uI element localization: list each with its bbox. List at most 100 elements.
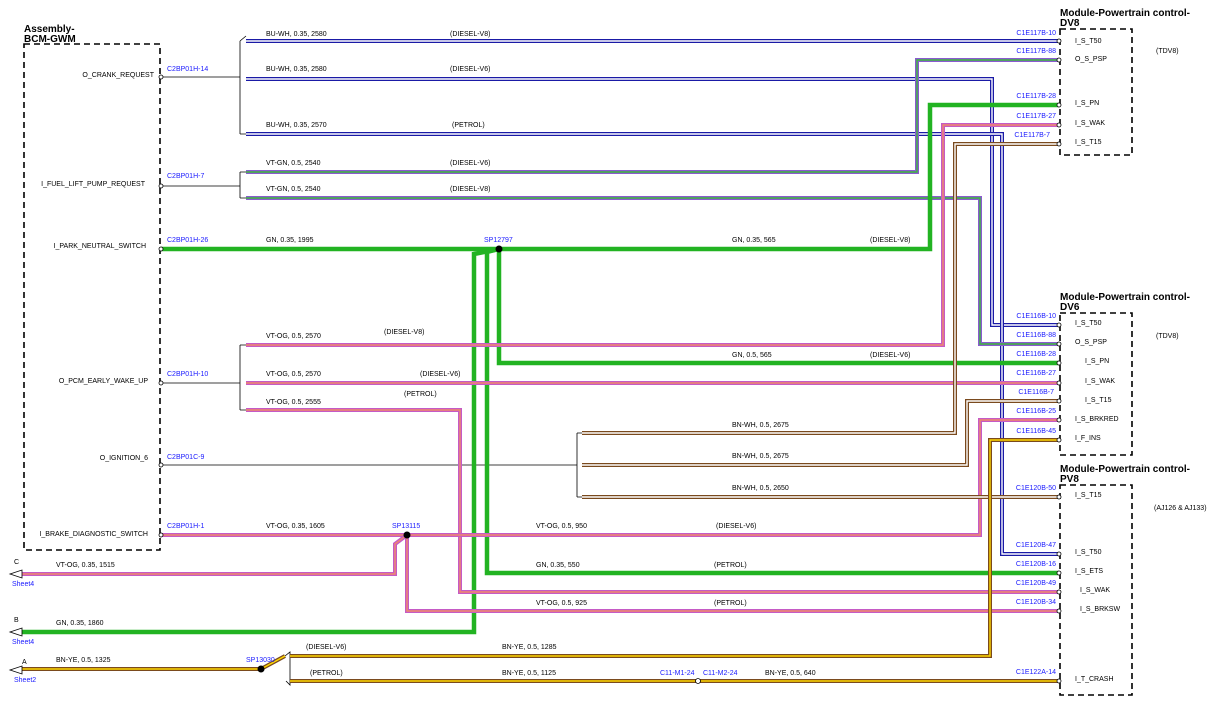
dv6-pin-label: I_F_INS (1075, 435, 1101, 442)
pv8-title-line2: PV8 (1060, 474, 1079, 485)
bcm-connector-label: C2BP01H-26 (167, 237, 208, 244)
pin-terminal-icon (1056, 122, 1062, 128)
splice-label: SP13115 (392, 523, 420, 530)
pv8-pin-label: I_T_CRASH (1075, 676, 1114, 683)
pin-terminal-icon (1056, 102, 1062, 108)
pin-terminal-icon (1056, 570, 1062, 576)
inline-connector-label: C11-M2-24 (703, 670, 738, 677)
dv8-title-line2: DV8 (1060, 18, 1080, 29)
dv8-pin-label: O_S_PSP (1075, 56, 1107, 63)
variant-label: (DIESEL-V6) (306, 644, 346, 651)
pv8-connector-label: C1E120B-34 (1016, 599, 1056, 606)
dv6-connector-label: C1E116B-88 (1016, 332, 1056, 339)
pv8-connector-label: C1E122A-14 (1016, 669, 1056, 676)
wire-stripe-vt-gn (246, 59, 1059, 173)
splice-dot-icon (403, 531, 411, 539)
pin-terminal-icon (1056, 341, 1062, 347)
pin-terminal-icon (158, 532, 164, 538)
wire-vt-og (161, 418, 1059, 537)
pin-terminal-icon (1056, 608, 1062, 614)
inline-connector-label: C11-M1-24 (660, 670, 695, 677)
wire-label: BN-WH, 0.5, 2675 (732, 453, 789, 460)
pin-terminal-icon (1056, 360, 1062, 366)
dv8-pin-label: I_S_PN (1075, 100, 1099, 107)
wiring-diagram: Assembly- BCM-GWM Module-Powertrain cont… (8, 8, 1207, 696)
offsheet-arrow-icon[interactable] (8, 569, 23, 579)
pv8-pin-label: I_S_ETS (1075, 568, 1103, 575)
pin-terminal-icon (158, 462, 164, 468)
bcm-connector-label: C2BP01C-9 (167, 454, 204, 461)
wire-label: GN, 0.5, 565 (732, 352, 772, 359)
dv8-title-line1: Module-Powertrain control- (1060, 8, 1190, 19)
wire-stripe-vt-gn (246, 197, 1059, 345)
pv8-connector-label: C1E120B-47 (1016, 542, 1056, 549)
variant-label: (DIESEL-V8) (450, 31, 490, 38)
wire-label: BN-YE, 0.5, 1285 (502, 644, 557, 651)
bcm-connector-label: C2BP01H-7 (167, 173, 204, 180)
dv6-pin-label: I_S_WAK (1085, 378, 1115, 385)
wire-bn-wh (582, 142, 1059, 435)
pin-terminal-icon (1056, 141, 1062, 147)
bcm-pin-label: O_CRANK_REQUEST (82, 72, 154, 79)
pin-terminal-icon (1056, 437, 1062, 443)
sheet-ref-link[interactable]: Sheet4 (12, 639, 34, 646)
pv8-pin-label: I_S_WAK (1080, 587, 1110, 594)
wire-vt-gn (246, 196, 1059, 346)
variant-label: (DIESEL-V6) (450, 160, 490, 167)
harness-line (161, 432, 582, 498)
variant-label: (DIESEL-V8) (870, 237, 910, 244)
variant-label: (DIESEL-V8) (450, 186, 490, 193)
pin-terminal-icon (1056, 678, 1062, 684)
pin-terminal-icon (1056, 417, 1062, 423)
wire-stripe-bn-wh (582, 143, 1059, 434)
wire-label: VT-OG, 0.5, 2570 (266, 333, 321, 340)
dv6-title-line2: DV6 (1060, 302, 1080, 313)
pin-terminal-icon (1056, 589, 1062, 595)
bcm-connector-label: C2BP01H-14 (167, 66, 208, 73)
pin-terminal-icon (1056, 57, 1062, 63)
wire-label: BN-YE, 0.5, 640 (765, 670, 816, 677)
dv8-connector-label: C1E117B-7 (1014, 132, 1050, 139)
pv8-pin-label: I_S_BRKSW (1080, 606, 1120, 613)
wire-label: VT-OG, 0.5, 2555 (266, 399, 321, 406)
offsheet-arrow-icon[interactable] (8, 665, 23, 675)
wire-label: GN, 0.35, 565 (732, 237, 776, 244)
bcm-pin-label: O_IGNITION_6 (100, 455, 148, 462)
variant-label: (PETROL) (310, 670, 343, 677)
bcm-pin-label: O_PCM_EARLY_WAKE_UP (59, 378, 148, 385)
dv8-pin-label: I_S_WAK (1075, 120, 1105, 127)
pin-terminal-icon (158, 246, 164, 252)
pin-terminal-icon (158, 74, 164, 80)
variant-label: (PETROL) (404, 391, 437, 398)
wire-label: VT-OG, 0.5, 2570 (266, 371, 321, 378)
wire-label: GN, 0.35, 1860 (56, 620, 104, 627)
sheet-ref-letter: C (14, 559, 19, 566)
variant-label: (DIESEL-V6) (716, 523, 756, 530)
wire-label: VT-GN, 0.5, 2540 (266, 186, 321, 193)
pin-terminal-icon (1056, 380, 1062, 386)
dv6-pin-label: I_S_T50 (1075, 320, 1102, 327)
dv6-pin-label: I_S_T15 (1085, 397, 1112, 404)
dv8-pin-label: I_S_T50 (1075, 38, 1102, 45)
dv8-note: (TDV8) (1156, 48, 1179, 55)
wire-label: VT-OG, 0.35, 1605 (266, 523, 325, 530)
wire-label: GN, 0.35, 1995 (266, 237, 314, 244)
pin-terminal-icon (1056, 551, 1062, 557)
sheet-ref-link[interactable]: Sheet2 (14, 677, 36, 684)
wire-label: GN, 0.35, 550 (536, 562, 580, 569)
variant-label: (PETROL) (714, 562, 747, 569)
pin-terminal-icon (1056, 322, 1062, 328)
wire-label: BN-WH, 0.5, 2675 (732, 422, 789, 429)
variant-label: (PETROL) (452, 122, 485, 129)
variant-label: (DIESEL-V6) (420, 371, 460, 378)
dv6-connector-label: C1E116B-7 (1018, 389, 1054, 396)
sheet-ref-link[interactable]: Sheet4 (12, 581, 34, 588)
pin-terminal-icon (158, 380, 164, 386)
offsheet-arrow-icon[interactable] (8, 627, 23, 637)
wire-stripe-bu-wh (246, 78, 1059, 326)
splice-label: SP12797 (484, 237, 513, 244)
bcm-pin-label: I_PARK_NEUTRAL_SWITCH (54, 243, 146, 250)
splice-label: SP13030 (246, 657, 275, 664)
dv8-connector-label: C1E117B-27 (1016, 113, 1056, 120)
pv8-note: (AJ126 & AJ133) (1154, 505, 1207, 512)
